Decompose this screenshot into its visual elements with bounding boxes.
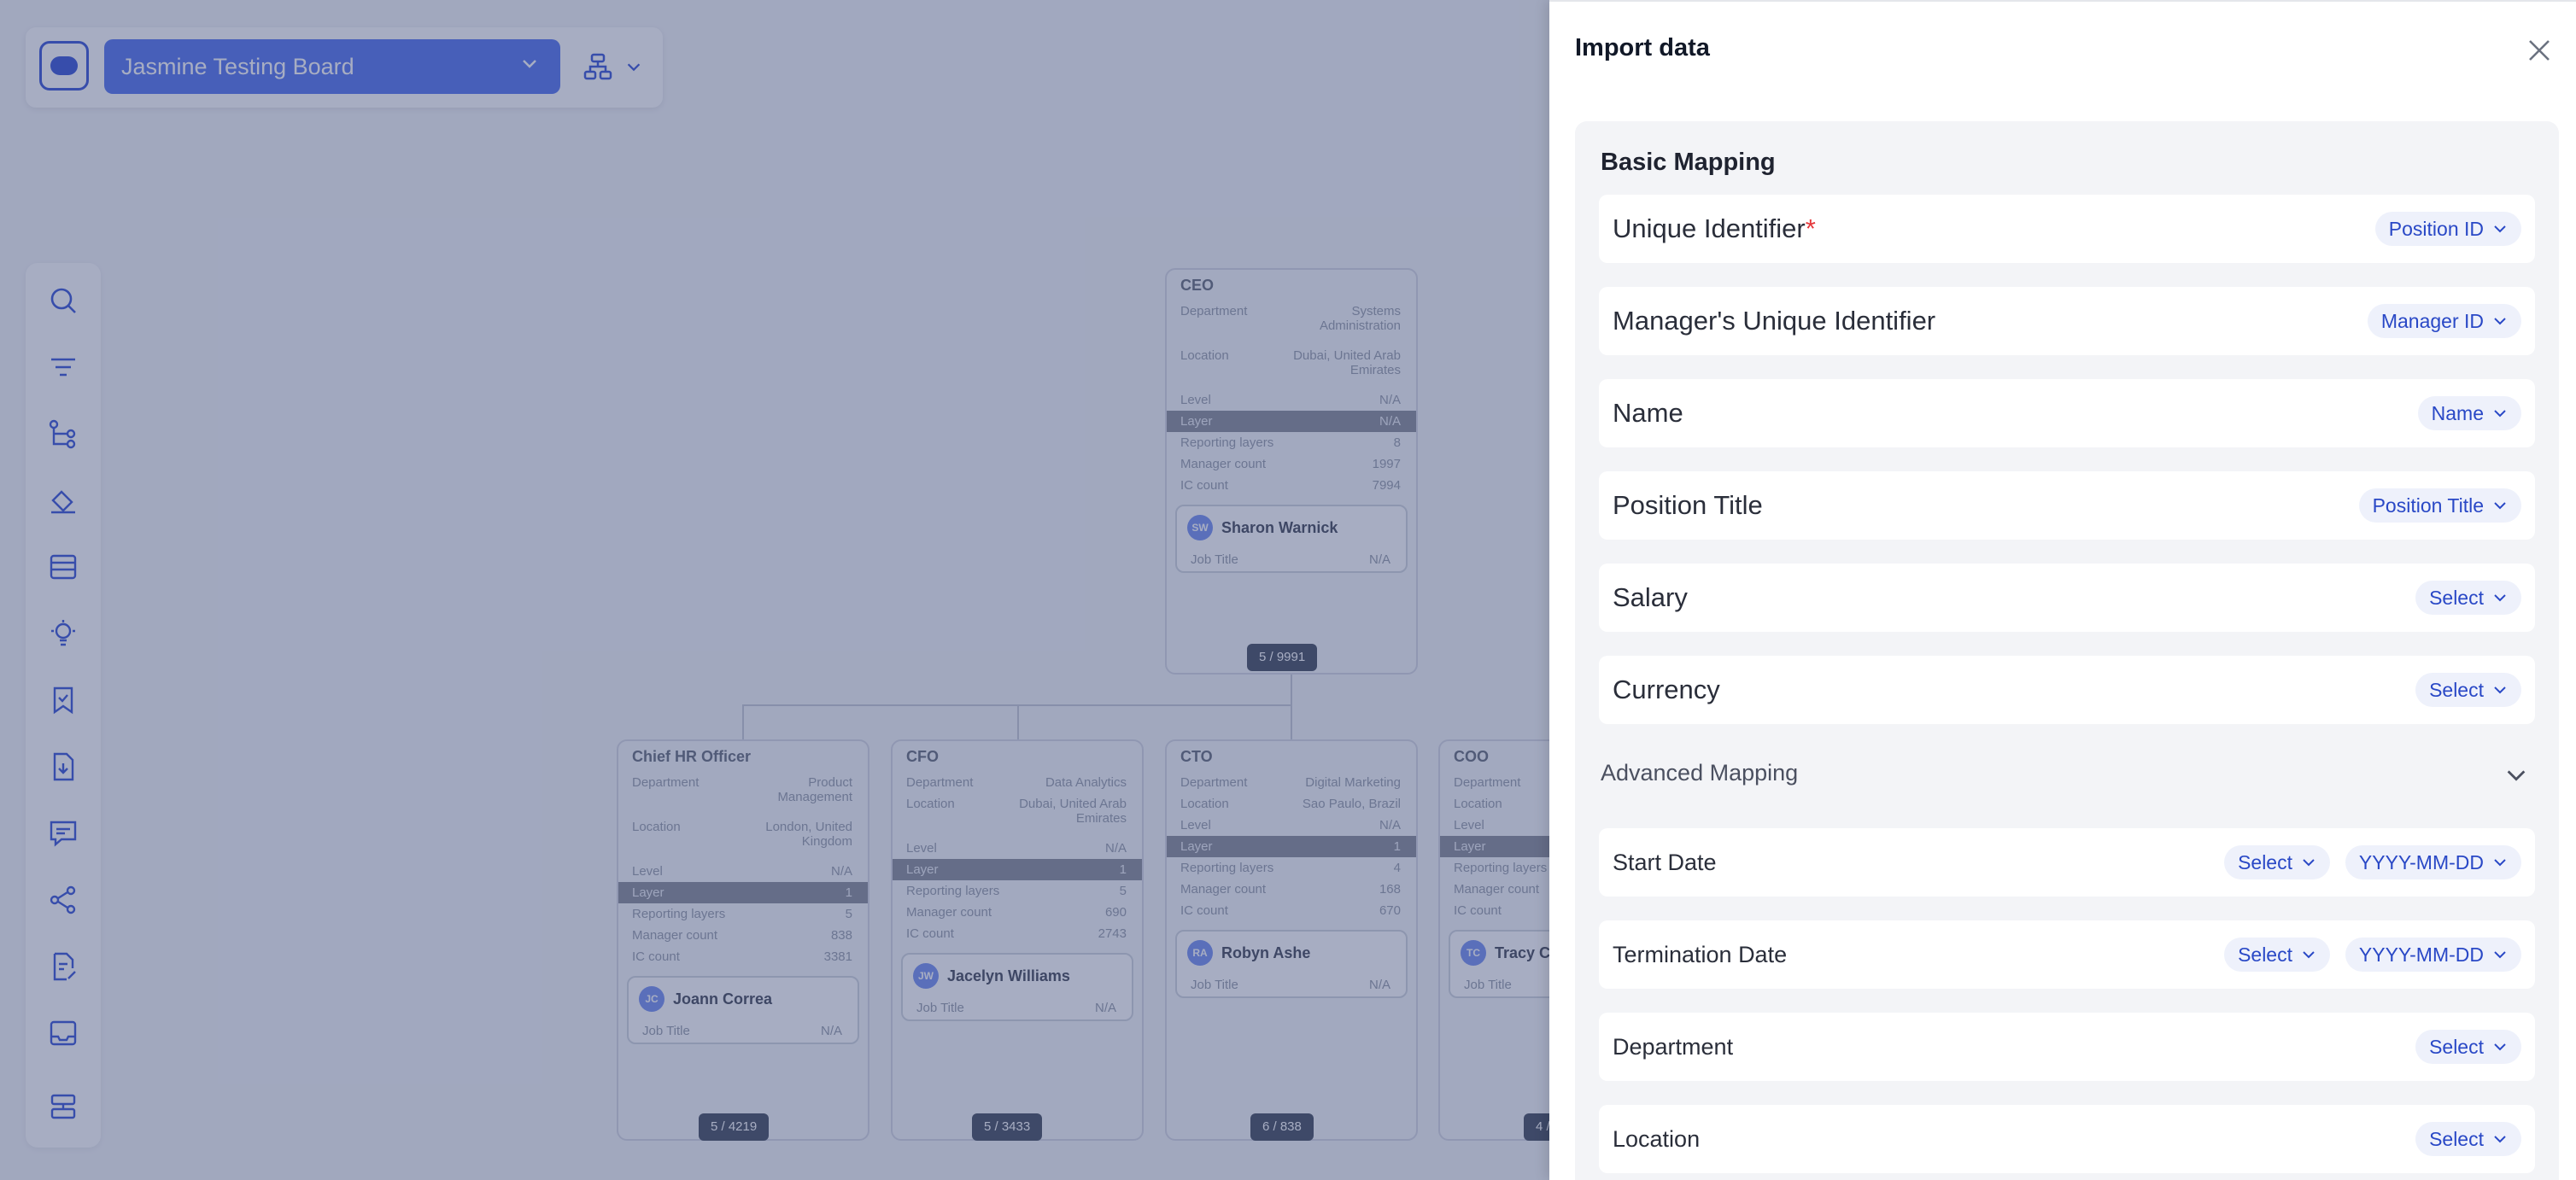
chevron-down-icon: [2494, 594, 2506, 602]
chevron-down-icon: [2494, 502, 2506, 510]
mapping-label: Unique Identifier*: [1613, 213, 1816, 243]
mapping-label: Name: [1613, 398, 1683, 428]
import-data-panel: Import data Basic Mapping Unique Identif…: [1549, 0, 2576, 1180]
chevron-down-icon: [2494, 1136, 2506, 1143]
mapping-label: Currency: [1613, 675, 1720, 704]
unique-identifier-select[interactable]: Position ID: [2374, 212, 2521, 246]
chevron-down-icon: [2494, 686, 2506, 694]
mapping-label: Start Date: [1613, 850, 1717, 875]
basic-mapping-title: Basic Mapping: [1601, 149, 1776, 176]
mapping-label: Department: [1613, 1034, 1734, 1060]
mapping-label: Manager's Unique Identifier: [1613, 306, 1936, 336]
mapping-row-currency: Currency Select: [1599, 656, 2535, 724]
close-icon[interactable]: [2525, 36, 2554, 65]
mapping-row-salary: Salary Select: [1599, 564, 2535, 632]
chevron-down-icon: [2494, 951, 2506, 959]
currency-select[interactable]: Select: [2415, 673, 2521, 707]
salary-select[interactable]: Select: [2415, 581, 2521, 615]
mapping-label: Position Title: [1613, 490, 1763, 520]
chevron-down-icon: [2494, 318, 2506, 325]
mapping-label: Salary: [1613, 582, 1688, 612]
modal-overlay[interactable]: [0, 0, 1549, 1180]
chevron-down-icon: [2303, 859, 2315, 867]
start-date-format-select[interactable]: YYYY-MM-DD: [2345, 845, 2521, 879]
mapping-row-department: Department Select: [1599, 1013, 2535, 1081]
chevron-down-icon: [2494, 1043, 2506, 1051]
mapping-row-location: Location Select: [1599, 1105, 2535, 1173]
mapping-row-termination-date: Termination Date Select YYYY-MM-DD: [1599, 920, 2535, 989]
name-select[interactable]: Name: [2417, 396, 2521, 430]
mapping-label: Location: [1613, 1126, 1701, 1152]
chevron-down-icon: [2494, 859, 2506, 867]
mapping-row-unique-identifier: Unique Identifier* Position ID: [1599, 195, 2535, 263]
chevron-down-icon: [2494, 410, 2506, 418]
advanced-mapping-toggle[interactable]: Advanced Mapping: [1601, 760, 1798, 786]
chevron-down-icon[interactable]: [2504, 763, 2528, 787]
start-date-select[interactable]: Select: [2224, 845, 2330, 879]
chevron-down-icon: [2494, 225, 2506, 233]
mapping-label: Termination Date: [1613, 942, 1788, 967]
location-select[interactable]: Select: [2415, 1122, 2521, 1156]
mapping-section: Basic Mapping Unique Identifier* Positio…: [1575, 121, 2559, 1180]
required-mark: *: [1805, 213, 1816, 243]
mapping-row-position-title: Position Title Position Title: [1599, 471, 2535, 540]
panel-title: Import data: [1575, 34, 1710, 61]
manager-identifier-select[interactable]: Manager ID: [2367, 304, 2521, 338]
chevron-down-icon: [2303, 951, 2315, 959]
mapping-row-name: Name Name: [1599, 379, 2535, 447]
position-title-select[interactable]: Position Title: [2358, 488, 2521, 523]
mapping-row-manager-unique-identifier: Manager's Unique Identifier Manager ID: [1599, 287, 2535, 355]
termination-date-format-select[interactable]: YYYY-MM-DD: [2345, 938, 2521, 972]
mapping-row-start-date: Start Date Select YYYY-MM-DD: [1599, 828, 2535, 897]
department-select[interactable]: Select: [2415, 1030, 2521, 1064]
termination-date-select[interactable]: Select: [2224, 938, 2330, 972]
